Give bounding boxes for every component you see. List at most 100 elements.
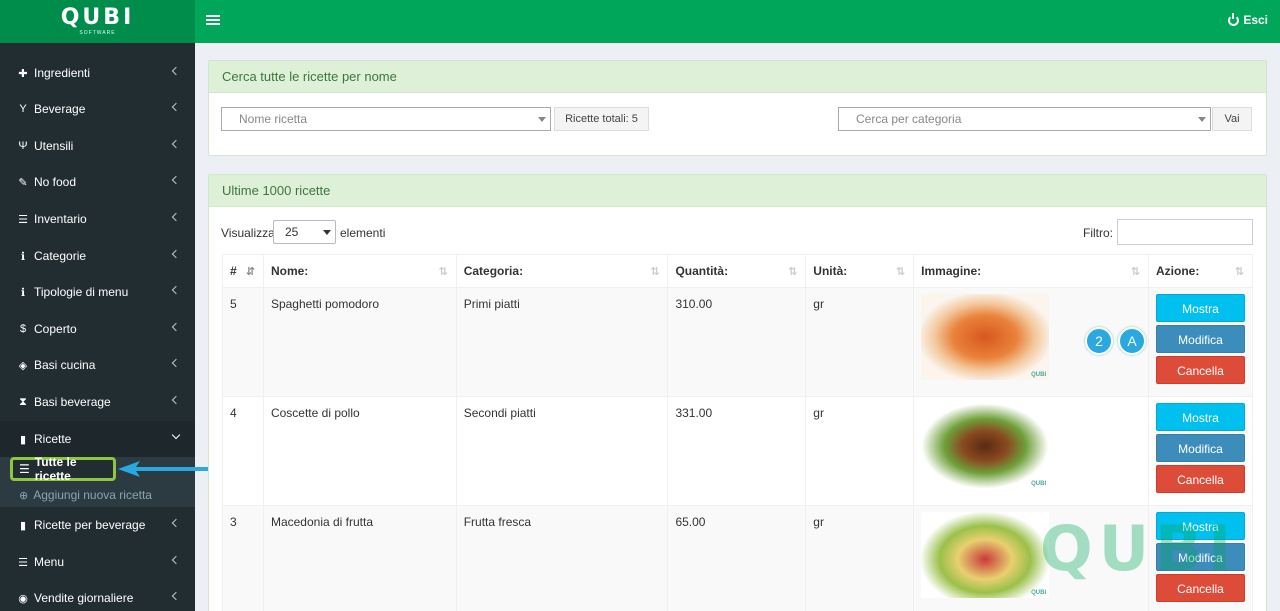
sidebar-subitem-add-recipe[interactable]: ⊕ Aggiungi nuova ricetta [19, 488, 152, 502]
show-button[interactable]: Mostra [1156, 512, 1245, 540]
filter-input[interactable] [1117, 219, 1253, 245]
sidebar-item-label: Ricette per beverage [34, 518, 146, 532]
page-size-value: 25 [285, 225, 299, 239]
column-header-unit[interactable]: Unità: ⇅ [805, 254, 915, 288]
sidebar-item-menu[interactable]: ☰ Menu [0, 544, 195, 580]
wrench-icon: ✎ [18, 176, 28, 189]
caret-down-icon [538, 117, 546, 122]
cell-id: 3 [222, 505, 264, 611]
sidebar-item-label: Basi cucina [34, 358, 96, 372]
chevron-left-icon [171, 249, 181, 259]
sidebar-item-coperto[interactable]: $ Coperto [0, 311, 195, 347]
column-header-id[interactable]: # ⇵ [222, 254, 264, 288]
sidebar-item-basi-cucina[interactable]: ◈ Basi cucina [0, 347, 195, 383]
column-header-action[interactable]: Azione: ⇅ [1148, 254, 1253, 288]
app-logo[interactable]: QUBI SOFTWARE [0, 0, 195, 43]
cell-actions: Mostra Modifica Cancella [1148, 505, 1253, 611]
logo-subtitle: SOFTWARE [79, 30, 116, 36]
sidebar-subitem-label: Aggiungi nuova ricetta [33, 488, 152, 502]
thumb-watermark: QUBI [1031, 372, 1047, 378]
category-select[interactable]: Cerca per categoria [838, 107, 1211, 131]
chevron-left-icon [171, 518, 181, 528]
column-header-category[interactable]: Categoria: ⇅ [455, 254, 669, 288]
cell-actions: Mostra Modifica Cancella [1148, 396, 1253, 506]
chevron-left-icon [171, 322, 181, 332]
chevron-left-icon [171, 395, 181, 405]
power-icon [1228, 12, 1240, 26]
sidebar-item-basi-beverage[interactable]: ⧗ Basi beverage [0, 384, 195, 420]
sidebar-item-vendite-giornaliere[interactable]: ◉ Vendite giornaliere [0, 580, 195, 611]
info-icon: ℹ [20, 250, 26, 263]
edit-button[interactable]: Modifica [1156, 434, 1245, 462]
sidebar-item-label: Menu [34, 555, 65, 569]
sort-icon: ⇅ [788, 266, 798, 278]
plus-circle-icon: ⊕ [19, 489, 29, 502]
sidebar-item-beverage[interactable]: Y Beverage [0, 91, 195, 127]
recipe-image[interactable]: QUBI [921, 294, 1050, 380]
recipes-panel-title: Ultime 1000 ricette [209, 175, 1266, 207]
search-panel-title: Cerca tutte le ricette per nome [209, 61, 1266, 93]
chevron-left-icon [171, 555, 181, 565]
total-recipes-badge: Ricette totali: 5 [554, 107, 649, 131]
sidebar-item-ricette-beverage[interactable]: ▮ Ricette per beverage [0, 507, 195, 543]
table-row: 4 Coscette di pollo Secondi piatti 331.0… [222, 396, 1253, 506]
edit-button[interactable]: Modifica [1156, 325, 1245, 353]
sidebar-item-label: Ingredienti [34, 66, 91, 80]
cell-name: Coscette di pollo [262, 396, 457, 506]
recipe-name-select[interactable]: Nome ricetta [221, 107, 551, 131]
delete-button[interactable]: Cancella [1156, 574, 1245, 602]
info-icon: ℹ [20, 286, 26, 299]
show-button[interactable]: Mostra [1156, 294, 1245, 322]
cell-name: Spaghetti pomodoro [262, 287, 457, 397]
recipe-image[interactable]: QUBI [921, 403, 1050, 489]
cell-id: 4 [222, 396, 264, 506]
logo-text: QUBI [60, 5, 135, 30]
sidebar-item-tipologie-menu[interactable]: ℹ Tipologie di menu [0, 274, 195, 310]
table-row: 3 Macedonia di frutta Frutta fresca 65.0… [222, 505, 1253, 611]
cutlery-icon: Ψ [18, 140, 28, 152]
chevron-left-icon [171, 139, 181, 149]
sort-desc-icon: ⇵ [245, 266, 255, 278]
thumb-watermark: QUBI [1031, 481, 1047, 487]
sidebar-item-label: Tipologie di menu [34, 285, 129, 299]
cell-image: QUBI [913, 287, 1149, 397]
sort-icon: ⇅ [1130, 266, 1140, 278]
caret-down-icon [1198, 117, 1206, 122]
sidebar-item-ricette[interactable]: ▮ Ricette [0, 421, 195, 457]
column-header-quantity[interactable]: Quantità: ⇅ [667, 254, 807, 288]
go-button[interactable]: Vai [1212, 107, 1252, 131]
step-number-badge: 2 [1085, 327, 1113, 355]
cell-actions: Mostra Modifica Cancella [1148, 287, 1253, 397]
chevron-left-icon [171, 212, 181, 222]
delete-button[interactable]: Cancella [1156, 356, 1245, 384]
delete-button[interactable]: Cancella [1156, 465, 1245, 493]
table-icon: ☰ [19, 462, 30, 476]
sidebar-item-label: Basi beverage [34, 395, 111, 409]
sidebar-item-label: Coperto [34, 322, 77, 336]
sort-icon: ⇅ [1234, 266, 1244, 278]
sort-icon: ⇅ [895, 266, 906, 278]
sidebar-item-no-food[interactable]: ✎ No food [0, 164, 195, 200]
column-header-image[interactable]: Immagine: ⇅ [913, 254, 1149, 288]
sidebar-item-utensili[interactable]: Ψ Utensili [0, 128, 195, 164]
cell-unit: gr [805, 287, 915, 397]
logout-button[interactable]: Esci [1228, 12, 1268, 27]
sidebar-item-inventario[interactable]: ☰ Inventario [0, 201, 195, 237]
edit-button[interactable]: Modifica [1156, 543, 1245, 571]
step-letter-badge: A [1118, 327, 1146, 355]
column-header-name[interactable]: Nome: ⇅ [262, 254, 457, 288]
sidebar-subitem-all-recipes[interactable]: ☰ Tutte le ricette [10, 455, 116, 483]
arrow-circle-icon: ◉ [18, 592, 28, 605]
sidebar-item-categorie[interactable]: ℹ Categorie [0, 238, 195, 274]
cell-name: Macedonia di frutta [262, 505, 457, 611]
top-navbar: QUBI SOFTWARE Esci [0, 0, 1280, 43]
page-size-select[interactable]: 25 [273, 220, 336, 244]
sidebar-toggle-icon[interactable] [206, 13, 220, 27]
chevron-left-icon [171, 285, 181, 295]
cell-quantity: 310.00 [667, 287, 807, 397]
cell-quantity: 331.00 [667, 396, 807, 506]
page-size-label: Visualizza [221, 226, 275, 240]
show-button[interactable]: Mostra [1156, 403, 1245, 431]
recipe-image[interactable]: QUBI [921, 512, 1050, 598]
sidebar-item-ingredienti[interactable]: ✚ Ingredienti [0, 55, 195, 91]
